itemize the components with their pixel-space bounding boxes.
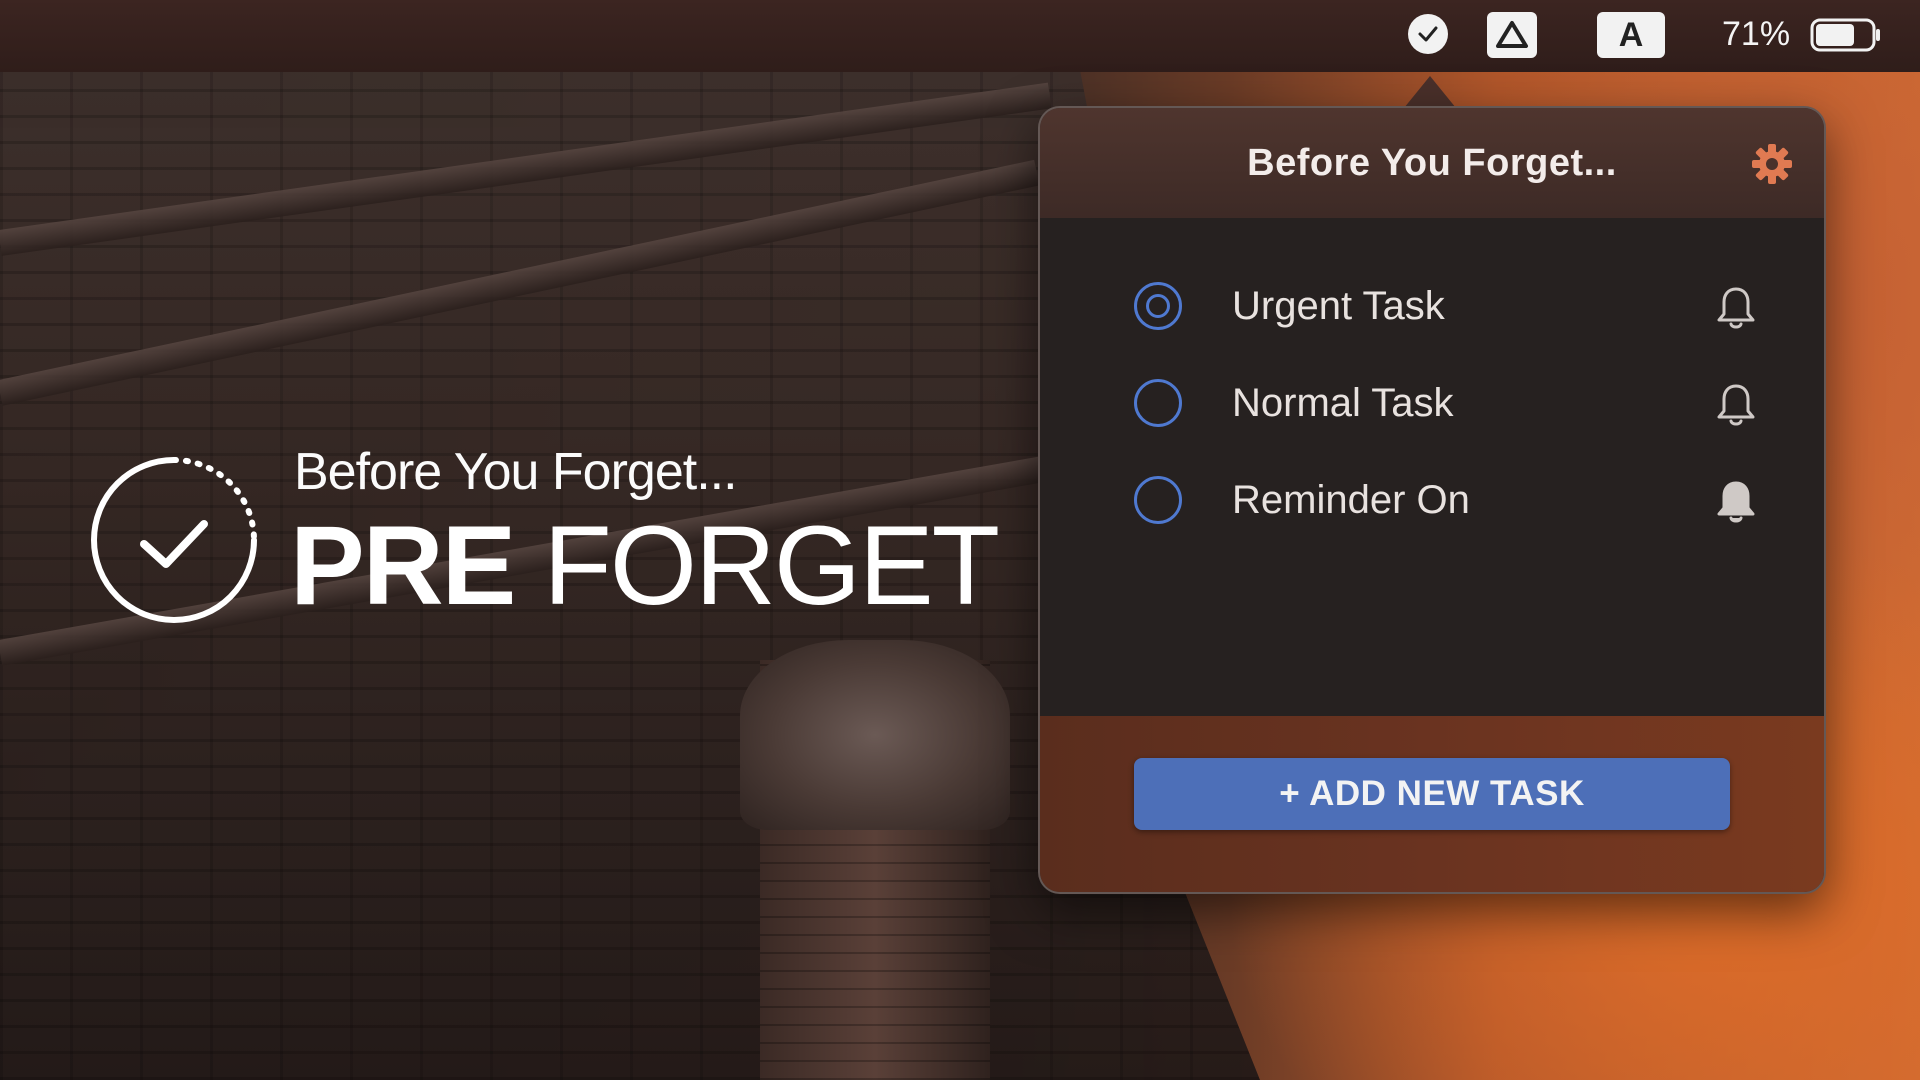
popover-title: Before You Forget... [1247, 141, 1617, 184]
wallpaper-capital [740, 640, 1010, 830]
task-radio[interactable] [1134, 282, 1182, 330]
checkmark-glyph [1418, 26, 1438, 42]
task-row-normal[interactable]: Normal Task [1040, 365, 1824, 445]
brand-name: PRE FORGET [290, 503, 1000, 628]
task-radio[interactable] [1134, 379, 1182, 427]
drive-glyph [1496, 21, 1528, 48]
gear-icon[interactable] [1750, 142, 1794, 186]
brand-tagline: Before You Forget... [294, 443, 738, 501]
popover-header: Before You Forget... [1040, 108, 1824, 218]
add-new-task-button[interactable]: + ADD NEW TASK [1134, 758, 1730, 830]
popover-pointer [1404, 76, 1456, 108]
task-label: Urgent Task [1232, 284, 1445, 328]
battery-percent: 71% [1722, 15, 1791, 53]
bell-outline-icon[interactable] [1714, 381, 1758, 429]
clock-check-icon [91, 457, 257, 623]
bell-filled-icon[interactable] [1714, 478, 1758, 526]
menu-bar: A 71% [0, 0, 1920, 72]
task-list: Urgent Task Normal Task Reminder On [1040, 218, 1824, 716]
popover-footer: + ADD NEW TASK [1040, 716, 1824, 892]
task-row-reminder[interactable]: Reminder On [1040, 462, 1824, 542]
bell-outline-icon[interactable] [1714, 284, 1758, 332]
battery-icon[interactable] [1810, 18, 1882, 52]
checkmark-icon[interactable] [1408, 14, 1448, 54]
task-popover: Before You Forget... Urgent Task Normal … [1038, 106, 1826, 894]
task-radio[interactable] [1134, 476, 1182, 524]
input-source-icon[interactable]: A [1597, 12, 1665, 58]
brand-name-bold: PRE [290, 503, 516, 628]
battery-fill [1816, 24, 1854, 46]
task-label: Reminder On [1232, 478, 1470, 522]
task-row-urgent[interactable]: Urgent Task [1040, 268, 1824, 348]
brand-name-light: FORGET [514, 503, 1000, 628]
drive-icon[interactable] [1487, 12, 1537, 58]
task-label: Normal Task [1232, 381, 1454, 425]
